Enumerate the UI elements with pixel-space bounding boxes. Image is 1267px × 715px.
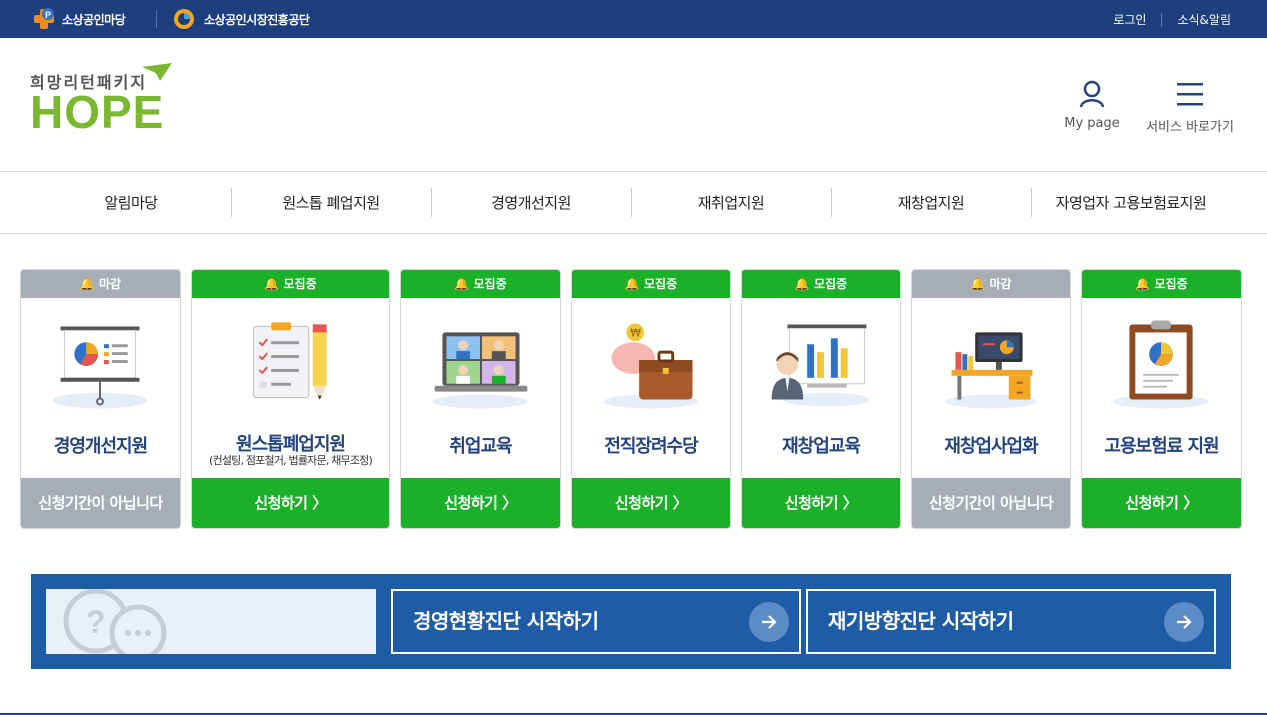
apply-button[interactable]: 신청하기 〉 bbox=[1082, 478, 1241, 528]
program-card-management[interactable]: 🔔 마감 경영개선지원 신청기간이 아닙니다 bbox=[20, 269, 181, 529]
nav-item-notice[interactable]: 알림마당 bbox=[31, 172, 231, 234]
hope-logo[interactable]: 희망리턴패키지 HOPE bbox=[30, 63, 180, 138]
business-diagnosis-label: 경영현황진단 시작하기 bbox=[413, 609, 599, 633]
not-open-button[interactable]: 신청기간이 아닙니다 bbox=[21, 478, 180, 528]
sosanggongin-madang-logo[interactable]: P 소상공인마당 bbox=[31, 7, 126, 31]
clipboard-chart-icon bbox=[1113, 320, 1209, 409]
logo2-text: 소상공인시장진흥공단 bbox=[204, 12, 310, 27]
service-menu-button[interactable]: 서비스 바로가기 bbox=[1145, 80, 1235, 135]
logo-hope-text: HOPE bbox=[30, 86, 165, 138]
main-nav: 알림마당 원스톱 폐업지원 경영개선지원 재취업지원 재창업지원 자영업자 고용… bbox=[0, 172, 1267, 234]
nav-item-insurance[interactable]: 자영업자 고용보험료지원 bbox=[1031, 172, 1231, 234]
top-bar: P 소상공인마당 소상공인시장진흥공단 로그인 소식&알림 bbox=[0, 0, 1267, 38]
presentation-board-icon bbox=[52, 326, 148, 409]
status-badge: 🔔 마감 bbox=[912, 270, 1070, 298]
diagnosis-illustration: ? bbox=[46, 589, 376, 654]
semas-logo[interactable]: 소상공인시장진흥공단 bbox=[171, 7, 310, 31]
user-icon bbox=[1079, 80, 1105, 108]
top-bar-divider bbox=[156, 10, 157, 28]
apply-button[interactable]: 신청하기 〉 bbox=[572, 478, 730, 528]
status-badge: 🔔 모집중 bbox=[192, 270, 389, 298]
status-badge: 🔔 모집중 bbox=[401, 270, 560, 298]
program-card-restart-training[interactable]: 🔔 모집중 재창업교육 신청하기 〉 bbox=[741, 269, 901, 529]
nav-item-management[interactable]: 경영개선지원 bbox=[431, 172, 631, 234]
arrow-right-icon bbox=[1164, 602, 1204, 642]
status-badge: 🔔 마감 bbox=[21, 270, 180, 298]
login-link[interactable]: 로그인 bbox=[1113, 11, 1146, 28]
header: 희망리턴패키지 HOPE My page 서비스 바로가기 bbox=[0, 38, 1267, 172]
status-badge: 🔔 모집중 bbox=[742, 270, 900, 298]
mypage-link[interactable]: My page bbox=[1062, 80, 1122, 131]
arrow-right-icon bbox=[749, 602, 789, 642]
presenter-chart-icon bbox=[771, 324, 870, 407]
program-card-job-training[interactable]: 🔔 모집중 취업교육 신청하기 〉 bbox=[400, 269, 561, 529]
program-card-restart-business[interactable]: 🔔 마감 재창업사업화 신청기간이 아닙니다 bbox=[911, 269, 1071, 529]
svg-text:?: ? bbox=[86, 604, 106, 640]
status-badge: 🔔 모집중 bbox=[1082, 270, 1241, 298]
hamburger-menu-icon bbox=[1177, 83, 1203, 106]
card-title: 전직장려수당 bbox=[604, 436, 698, 457]
piggybank-briefcase-icon: ₩ bbox=[603, 323, 699, 409]
diagnosis-banner: ? 경영현황진단 시작하기 재기방향진단 시작하기 bbox=[31, 574, 1231, 669]
laptop-video-call-icon bbox=[432, 332, 528, 409]
apply-button[interactable]: 신청하기 〉 bbox=[401, 478, 560, 528]
card-title: 취업교육 bbox=[449, 436, 512, 457]
nav-item-reemployment[interactable]: 재취업지원 bbox=[631, 172, 831, 234]
apply-button[interactable]: 신청하기 〉 bbox=[192, 478, 389, 528]
svg-text:P: P bbox=[45, 10, 51, 20]
service-menu-label: 서비스 바로가기 bbox=[1146, 120, 1234, 135]
not-open-button[interactable]: 신청기간이 아닙니다 bbox=[912, 478, 1070, 528]
logo1-text: 소상공인마당 bbox=[62, 12, 126, 27]
mypage-label: My page bbox=[1064, 116, 1120, 131]
card-title: 재창업사업화 bbox=[944, 436, 1038, 457]
program-card-closure-support[interactable]: 🔔 모집중 원스톱폐업지원 (컨설팅, 점포철거, 법률자문, 채무조정) 신청… bbox=[191, 269, 390, 529]
top-links: 로그인 소식&알림 bbox=[1113, 11, 1231, 28]
question-chat-bubbles-icon: ? bbox=[63, 589, 167, 654]
nav-item-closure-support[interactable]: 원스톱 폐업지원 bbox=[231, 172, 431, 234]
svg-text:₩: ₩ bbox=[630, 326, 641, 339]
restart-diagnosis-label: 재기방향진단 시작하기 bbox=[828, 609, 1014, 633]
semas-emblem-icon bbox=[174, 9, 194, 29]
top-link-divider bbox=[1161, 12, 1163, 27]
business-status-diagnosis-button[interactable]: 경영현황진단 시작하기 bbox=[391, 589, 801, 654]
status-badge: 🔔 모집중 bbox=[572, 270, 730, 298]
nav-item-restart[interactable]: 재창업지원 bbox=[831, 172, 1031, 234]
program-card-insurance-support[interactable]: 🔔 모집중 고용보험료 지원 신청하기 〉 bbox=[1081, 269, 1242, 529]
card-title: 경영개선지원 bbox=[53, 436, 148, 457]
card-title: 재창업교육 bbox=[782, 436, 861, 457]
restart-direction-diagnosis-button[interactable]: 재기방향진단 시작하기 bbox=[806, 589, 1216, 654]
paper-plane-icon bbox=[142, 63, 172, 81]
checklist-pencil-icon bbox=[252, 322, 327, 400]
plus-logo-icon: P bbox=[34, 8, 54, 29]
program-card-transfer-allowance[interactable]: 🔔 모집중 ₩ 전직장려수당 신청하기 〉 bbox=[571, 269, 731, 529]
desk-computer-icon bbox=[945, 332, 1037, 409]
news-link[interactable]: 소식&알림 bbox=[1177, 11, 1231, 28]
card-title: 고용보험료 지원 bbox=[1104, 436, 1219, 457]
card-subtitle: (컨설팅, 점포철거, 법률자문, 채무조정) bbox=[209, 454, 373, 467]
apply-button[interactable]: 신청하기 〉 bbox=[742, 478, 900, 528]
